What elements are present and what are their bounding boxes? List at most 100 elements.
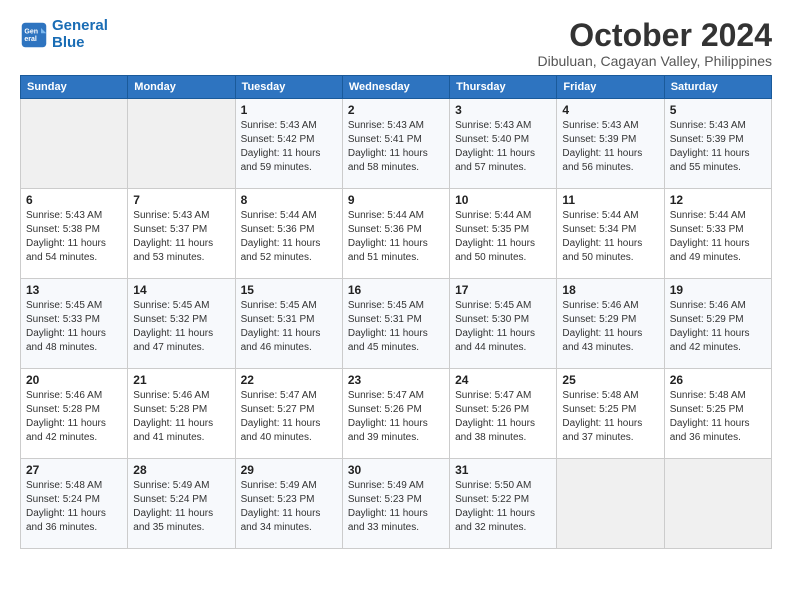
calendar-cell: 2Sunrise: 5:43 AM Sunset: 5:41 PM Daylig… bbox=[342, 99, 449, 189]
day-info: Sunrise: 5:46 AM Sunset: 5:29 PM Dayligh… bbox=[562, 299, 658, 355]
calendar-cell: 9 Sunrise: 5:44 AM Sunset: 5:36 PM Daylig… bbox=[342, 189, 449, 279]
calendar-cell: 3 Sunrise: 5:43 AM Sunset: 5:40 PM Daylig… bbox=[450, 99, 557, 189]
day-number: 29 bbox=[241, 463, 337, 477]
day-info: Sunrise: 5:43 AM Sunset: 5:39 PM Dayligh… bbox=[562, 119, 658, 175]
day-number: 16 bbox=[348, 283, 444, 297]
day-number: 25 bbox=[562, 373, 658, 387]
day-number: 21 bbox=[133, 373, 229, 387]
calendar-cell: 25 Sunrise: 5:48 AM Sunset: 5:25 PM Dayli… bbox=[557, 369, 664, 459]
day-info: Sunrise: 5:48 AM Sunset: 5:25 PM Dayligh… bbox=[562, 389, 658, 445]
day-info: Sunrise: 5:45 AM Sunset: 5:31 PM Dayligh… bbox=[348, 299, 444, 355]
calendar-cell bbox=[128, 99, 235, 189]
day-info: Sunrise: 5:50 AM Sunset: 5:22 PM Dayligh… bbox=[455, 479, 551, 535]
day-info: Sunrise: 5:43 AM Sunset: 5:40 PM Dayligh… bbox=[455, 119, 551, 175]
col-monday: Monday bbox=[128, 76, 235, 99]
calendar-table: Sunday Monday Tuesday Wednesday Thursday… bbox=[20, 75, 772, 549]
calendar-cell: 16 Sunrise: 5:45 AM Sunset: 5:31 PM Dayli… bbox=[342, 279, 449, 369]
calendar-cell: 21Sunrise: 5:46 AM Sunset: 5:28 PM Dayli… bbox=[128, 369, 235, 459]
week-row-2: 6 Sunrise: 5:43 AM Sunset: 5:38 PM Daylig… bbox=[21, 189, 772, 279]
day-number: 7 bbox=[133, 193, 229, 207]
week-row-3: 13Sunrise: 5:45 AM Sunset: 5:33 PM Dayli… bbox=[21, 279, 772, 369]
calendar-cell: 15Sunrise: 5:45 AM Sunset: 5:31 PM Dayli… bbox=[235, 279, 342, 369]
calendar-cell: 1 Sunrise: 5:43 AM Sunset: 5:42 PM Daylig… bbox=[235, 99, 342, 189]
day-info: Sunrise: 5:48 AM Sunset: 5:25 PM Dayligh… bbox=[670, 389, 766, 445]
logo-text: General Blue bbox=[52, 18, 108, 51]
day-number: 22 bbox=[241, 373, 337, 387]
day-info: Sunrise: 5:47 AM Sunset: 5:26 PM Dayligh… bbox=[455, 389, 551, 445]
calendar-cell: 5Sunrise: 5:43 AM Sunset: 5:39 PM Daylig… bbox=[664, 99, 771, 189]
title-block: October 2024 Dibuluan, Cagayan Valley, P… bbox=[537, 18, 772, 69]
col-sunday: Sunday bbox=[21, 76, 128, 99]
day-info: Sunrise: 5:49 AM Sunset: 5:23 PM Dayligh… bbox=[348, 479, 444, 535]
logo: Gen eral General Blue bbox=[20, 18, 108, 51]
day-number: 24 bbox=[455, 373, 551, 387]
col-saturday: Saturday bbox=[664, 76, 771, 99]
day-info: Sunrise: 5:44 AM Sunset: 5:35 PM Dayligh… bbox=[455, 209, 551, 265]
day-number: 18 bbox=[562, 283, 658, 297]
page: Gen eral General Blue October 2024 Dibul… bbox=[0, 0, 792, 612]
calendar-cell: 20 Sunrise: 5:46 AM Sunset: 5:28 PM Dayli… bbox=[21, 369, 128, 459]
day-number: 26 bbox=[670, 373, 766, 387]
day-number: 17 bbox=[455, 283, 551, 297]
day-number: 4 bbox=[562, 103, 658, 117]
calendar-cell: 13Sunrise: 5:45 AM Sunset: 5:33 PM Dayli… bbox=[21, 279, 128, 369]
day-info: Sunrise: 5:45 AM Sunset: 5:33 PM Dayligh… bbox=[26, 299, 122, 355]
day-info: Sunrise: 5:44 AM Sunset: 5:33 PM Dayligh… bbox=[670, 209, 766, 265]
calendar-cell bbox=[664, 459, 771, 549]
day-info: Sunrise: 5:48 AM Sunset: 5:24 PM Dayligh… bbox=[26, 479, 122, 535]
calendar-cell: 31 Sunrise: 5:50 AM Sunset: 5:22 PM Dayli… bbox=[450, 459, 557, 549]
calendar-cell: 10 Sunrise: 5:44 AM Sunset: 5:35 PM Dayli… bbox=[450, 189, 557, 279]
calendar-cell: 4 Sunrise: 5:43 AM Sunset: 5:39 PM Daylig… bbox=[557, 99, 664, 189]
day-info: Sunrise: 5:47 AM Sunset: 5:27 PM Dayligh… bbox=[241, 389, 337, 445]
day-number: 1 bbox=[241, 103, 337, 117]
svg-text:Gen: Gen bbox=[24, 28, 38, 35]
day-number: 15 bbox=[241, 283, 337, 297]
calendar-cell: 23 Sunrise: 5:47 AM Sunset: 5:26 PM Dayli… bbox=[342, 369, 449, 459]
day-info: Sunrise: 5:43 AM Sunset: 5:42 PM Dayligh… bbox=[241, 119, 337, 175]
day-number: 31 bbox=[455, 463, 551, 477]
day-number: 11 bbox=[562, 193, 658, 207]
week-row-1: 1 Sunrise: 5:43 AM Sunset: 5:42 PM Daylig… bbox=[21, 99, 772, 189]
day-number: 10 bbox=[455, 193, 551, 207]
day-info: Sunrise: 5:46 AM Sunset: 5:28 PM Dayligh… bbox=[26, 389, 122, 445]
week-row-4: 20 Sunrise: 5:46 AM Sunset: 5:28 PM Dayli… bbox=[21, 369, 772, 459]
day-number: 6 bbox=[26, 193, 122, 207]
day-number: 9 bbox=[348, 193, 444, 207]
day-info: Sunrise: 5:43 AM Sunset: 5:38 PM Dayligh… bbox=[26, 209, 122, 265]
day-number: 23 bbox=[348, 373, 444, 387]
day-number: 3 bbox=[455, 103, 551, 117]
calendar-cell: 29Sunrise: 5:49 AM Sunset: 5:23 PM Dayli… bbox=[235, 459, 342, 549]
logo-line2: Blue bbox=[52, 34, 85, 51]
header: Gen eral General Blue October 2024 Dibul… bbox=[20, 18, 772, 69]
calendar-cell: 11 Sunrise: 5:44 AM Sunset: 5:34 PM Dayli… bbox=[557, 189, 664, 279]
calendar-cell bbox=[21, 99, 128, 189]
calendar-cell: 17 Sunrise: 5:45 AM Sunset: 5:30 PM Dayli… bbox=[450, 279, 557, 369]
day-info: Sunrise: 5:47 AM Sunset: 5:26 PM Dayligh… bbox=[348, 389, 444, 445]
day-number: 5 bbox=[670, 103, 766, 117]
day-info: Sunrise: 5:44 AM Sunset: 5:34 PM Dayligh… bbox=[562, 209, 658, 265]
day-info: Sunrise: 5:45 AM Sunset: 5:32 PM Dayligh… bbox=[133, 299, 229, 355]
calendar-cell: 28Sunrise: 5:49 AM Sunset: 5:24 PM Dayli… bbox=[128, 459, 235, 549]
calendar-cell: 19Sunrise: 5:46 AM Sunset: 5:29 PM Dayli… bbox=[664, 279, 771, 369]
calendar-cell: 18 Sunrise: 5:46 AM Sunset: 5:29 PM Dayli… bbox=[557, 279, 664, 369]
logo-line1: General bbox=[52, 17, 108, 34]
calendar-cell: 6 Sunrise: 5:43 AM Sunset: 5:38 PM Daylig… bbox=[21, 189, 128, 279]
calendar-cell: 7 Sunrise: 5:43 AM Sunset: 5:37 PM Daylig… bbox=[128, 189, 235, 279]
week-row-5: 27Sunrise: 5:48 AM Sunset: 5:24 PM Dayli… bbox=[21, 459, 772, 549]
day-number: 14 bbox=[133, 283, 229, 297]
day-number: 2 bbox=[348, 103, 444, 117]
calendar-cell: 14 Sunrise: 5:45 AM Sunset: 5:32 PM Dayli… bbox=[128, 279, 235, 369]
day-info: Sunrise: 5:45 AM Sunset: 5:30 PM Dayligh… bbox=[455, 299, 551, 355]
col-thursday: Thursday bbox=[450, 76, 557, 99]
day-info: Sunrise: 5:49 AM Sunset: 5:24 PM Dayligh… bbox=[133, 479, 229, 535]
day-info: Sunrise: 5:46 AM Sunset: 5:29 PM Dayligh… bbox=[670, 299, 766, 355]
subtitle: Dibuluan, Cagayan Valley, Philippines bbox=[537, 53, 772, 69]
col-tuesday: Tuesday bbox=[235, 76, 342, 99]
calendar-cell: 24 Sunrise: 5:47 AM Sunset: 5:26 PM Dayli… bbox=[450, 369, 557, 459]
svg-text:eral: eral bbox=[24, 36, 37, 43]
day-number: 30 bbox=[348, 463, 444, 477]
day-number: 20 bbox=[26, 373, 122, 387]
day-info: Sunrise: 5:43 AM Sunset: 5:37 PM Dayligh… bbox=[133, 209, 229, 265]
day-info: Sunrise: 5:44 AM Sunset: 5:36 PM Dayligh… bbox=[348, 209, 444, 265]
calendar-cell bbox=[557, 459, 664, 549]
